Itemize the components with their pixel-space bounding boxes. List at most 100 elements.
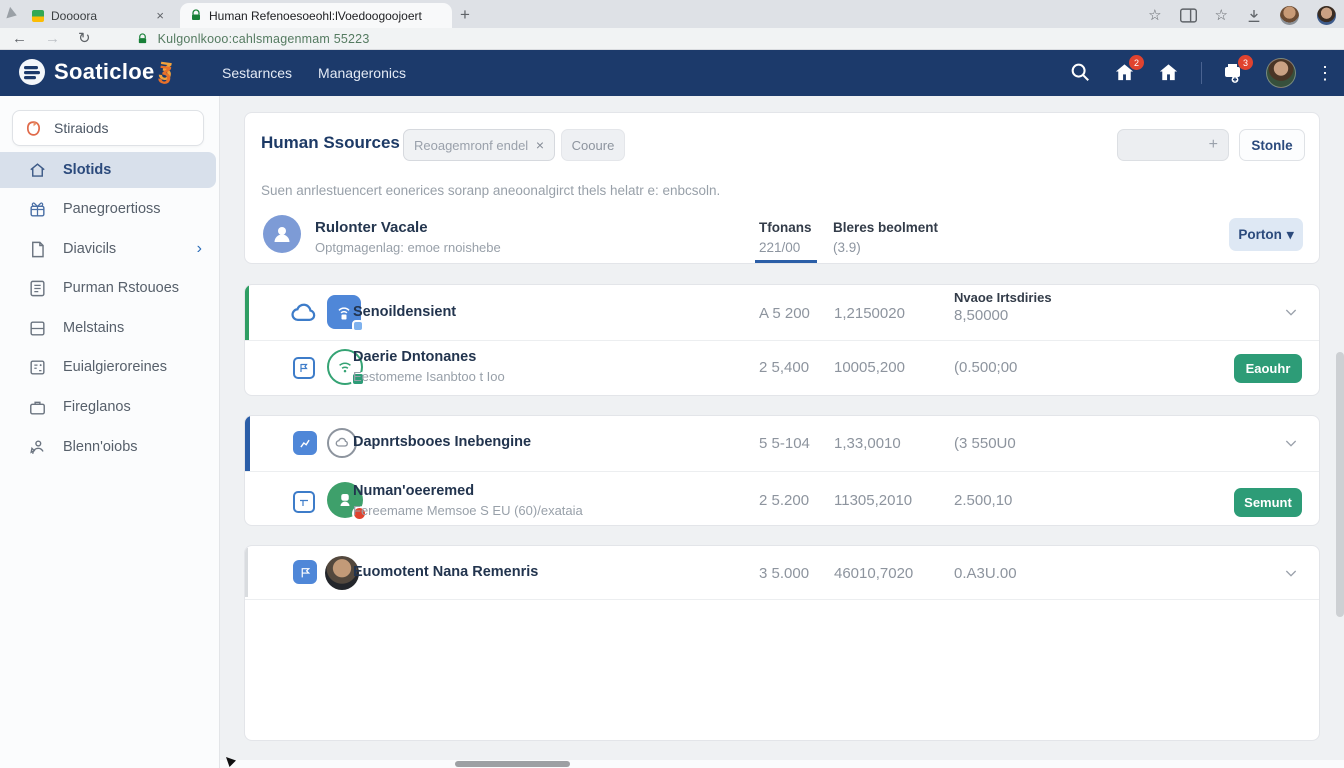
group-card-2: Dapnrtsbooes Inebengine 5 5-104 1,33,001… <box>244 415 1320 526</box>
chevron-right-icon: › <box>197 240 202 258</box>
vertical-scrollbar-thumb[interactable] <box>1336 352 1344 617</box>
forward-icon[interactable]: → <box>45 31 60 46</box>
stat-tfonans-value: 221/00 <box>759 240 800 255</box>
stonle-button[interactable]: Stonle <box>1239 129 1305 161</box>
sidebar-item-slotids[interactable]: Slotids <box>0 152 216 188</box>
new-tab-button[interactable]: + <box>460 5 470 25</box>
row-col2-value: 1,2150020 <box>834 305 905 322</box>
row-divider <box>245 599 1319 600</box>
sidebar-item-diavicils[interactable]: Diavicils › <box>0 231 216 267</box>
browser-tab-2[interactable]: Human Refenoesoeohl:lVoedoogoojoert <box>180 3 452 28</box>
page-description: Suen anrlestuencert eonerices soranp ane… <box>261 183 720 198</box>
filter-chip-label: Reoagemronf endel <box>414 138 528 153</box>
bookmark-star-icon[interactable]: ☆ <box>1148 8 1161 23</box>
stat-bleres-value: (3.9) <box>833 240 861 255</box>
chart-tile-icon <box>293 431 317 455</box>
flag-checkbox-icon[interactable] <box>293 357 315 379</box>
row-title[interactable]: Euomotent Nana Remenris <box>353 564 538 580</box>
row-col1-value: 5 5-104 <box>759 435 810 452</box>
browser-avatar[interactable] <box>1280 6 1299 25</box>
sidebar-item-panegroertioss[interactable]: Panegroertioss <box>0 191 216 227</box>
quantity-input[interactable] <box>1118 138 1209 153</box>
page-title: Human Ssources <box>261 133 400 153</box>
app-logo[interactable]: Soaticloeʒ <box>18 58 171 86</box>
cooure-button[interactable]: Cooure <box>561 129 625 161</box>
row-title[interactable]: Senoildensient <box>353 304 456 320</box>
people-icon <box>28 438 47 457</box>
briefcase-icon <box>28 398 47 417</box>
sidebar-app-selector[interactable]: Stiraiods <box>12 110 204 146</box>
group-card-3: Euomotent Nana Remenris 3 5.000 46010,70… <box>244 545 1320 741</box>
green-status-stripe <box>245 285 249 340</box>
sidebar-item-blennoiobs[interactable]: Blenn'oiobs <box>0 429 216 465</box>
profile-name: Rulonter Vacale <box>315 219 428 236</box>
browser-tab-1[interactable]: Doooora × <box>22 3 174 28</box>
row-title[interactable]: Daerie Dntonanes <box>353 349 476 365</box>
person-icon <box>270 222 294 246</box>
home-button[interactable] <box>1157 61 1181 85</box>
semunt-button[interactable]: Semunt <box>1234 488 1302 517</box>
browser-tab-strip: Doooora × Human Refenoesoeohl:lVoedoogoo… <box>0 0 1344 28</box>
reload-icon[interactable]: ↻ <box>78 31 91 46</box>
grid-checkbox-icon[interactable] <box>293 491 315 513</box>
window-icon <box>6 7 18 21</box>
sidebar-item-melstains[interactable]: Melstains <box>0 310 216 346</box>
row-col2-value: 1,33,0010 <box>834 435 901 452</box>
caret-down-icon: ▾ <box>1287 227 1294 243</box>
row-col3-value: 0.A3U.00 <box>954 565 1017 582</box>
gray-status-stripe <box>245 548 248 597</box>
profile-subtitle: Optgmagenlag: emoe rnoishebe <box>315 240 501 255</box>
chip-close-icon[interactable]: × <box>536 137 544 153</box>
blue-status-stripe <box>245 416 250 471</box>
sidebar-item-label: Fireglanos <box>63 399 131 415</box>
download-icon[interactable] <box>1246 8 1262 24</box>
row-title[interactable]: Numan'oeeremed <box>353 483 474 499</box>
chevron-down-icon[interactable] <box>1283 565 1299 581</box>
sidebar-item-fireglanos[interactable]: Fireglanos <box>0 389 216 425</box>
calendar-badge-icon <box>352 320 364 332</box>
file-text-icon <box>28 279 47 298</box>
row-col3-value: 2.500,10 <box>954 492 1012 509</box>
logo-swoosh-icon: ʒ <box>157 57 173 86</box>
stat-tfonans-label[interactable]: Tfonans <box>759 220 812 235</box>
quantity-box[interactable]: + <box>1117 129 1229 161</box>
horizontal-scrollbar-thumb[interactable] <box>455 761 570 767</box>
tab1-close-icon[interactable]: × <box>156 8 164 23</box>
nav-item-manageronics[interactable]: Manageronics <box>318 65 406 81</box>
plus-icon[interactable]: + <box>1209 136 1228 154</box>
row-title[interactable]: Dapnrtsbooes Inebengine <box>353 434 531 450</box>
overflow-menu-icon[interactable]: ⋮ <box>1316 64 1334 82</box>
porton-dropdown-button[interactable]: Porton ▾ <box>1229 218 1303 251</box>
sidebar-item-label: Melstains <box>63 320 124 336</box>
star-icon[interactable]: ☆ <box>1215 8 1228 23</box>
row-col3-value: (3 550U0 <box>954 435 1016 452</box>
user-avatar[interactable] <box>1266 58 1296 88</box>
cloud-icon <box>291 300 318 324</box>
sidebar-item-label: Euialgieroreines <box>63 359 167 375</box>
archive-icon <box>28 358 47 377</box>
search-button[interactable] <box>1069 61 1093 85</box>
sidebar-item-euialgieroreines[interactable]: Euialgieroreines <box>0 349 216 385</box>
nav-item-sestarnces[interactable]: Sestarnces <box>222 65 292 81</box>
chevron-down-icon[interactable] <box>1283 435 1299 451</box>
tab1-title: Doooora <box>51 9 149 23</box>
apps-button[interactable]: 3 <box>1222 61 1246 85</box>
alerts-button[interactable]: 2 <box>1113 61 1137 85</box>
active-stat-underline <box>755 260 817 263</box>
row-col3-value: (0.500;00 <box>954 359 1017 376</box>
sidebar-item-label: Purman Rstouoes <box>63 280 179 296</box>
browser-profile-avatar[interactable] <box>1317 6 1336 25</box>
back-icon[interactable]: ← <box>12 31 27 46</box>
eaouhr-button[interactable]: Eaouhr <box>1234 354 1302 383</box>
chevron-down-icon[interactable] <box>1283 304 1299 320</box>
horizontal-scrollbar-track[interactable] <box>220 760 1344 768</box>
sidebar-item-label: Blenn'oiobs <box>63 439 138 455</box>
row-subtitle: Fereemame Memsoe S EU (60)/exataia <box>353 503 583 518</box>
side-panel-icon[interactable] <box>1180 8 1197 23</box>
sidebar-item-purman-rstouoes[interactable]: Purman Rstouoes <box>0 270 216 306</box>
stat-bleres-label[interactable]: Bleres beolment <box>833 220 938 235</box>
url-bar[interactable]: Kulgonlkooo:cahlsmagenmam 55223 <box>158 32 370 46</box>
group-card-1: Senoildensient A 5 200 1,2150020 Nvaoe I… <box>244 284 1320 396</box>
sidebar-item-label: Panegroertioss <box>63 201 161 217</box>
filter-chip[interactable]: Reoagemronf endel × <box>403 129 555 161</box>
